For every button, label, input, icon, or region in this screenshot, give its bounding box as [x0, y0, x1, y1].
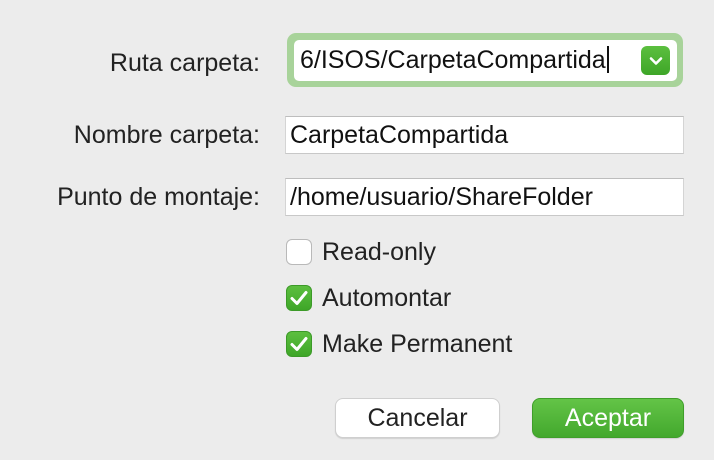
mount-point-label: Punto de montaje: — [57, 183, 260, 211]
read-only-label[interactable]: Read-only — [322, 238, 436, 266]
cancel-button[interactable]: Cancelar — [335, 398, 500, 438]
folder-path-dropdown-button[interactable] — [641, 46, 670, 75]
shared-folder-dialog: Ruta carpeta: 6/ISOS/CarpetaCompartida N… — [0, 0, 714, 460]
checkmark-icon — [290, 337, 308, 351]
mount-point-input[interactable] — [290, 182, 675, 212]
automount-option[interactable]: Automontar — [286, 284, 451, 312]
chevron-down-icon — [649, 56, 662, 65]
automount-checkbox[interactable] — [286, 285, 312, 311]
folder-path-text: 6/ISOS/CarpetaCompartida — [300, 46, 606, 74]
make-permanent-checkbox[interactable] — [286, 331, 312, 357]
folder-name-input[interactable] — [290, 120, 675, 150]
read-only-checkbox[interactable] — [286, 239, 312, 265]
folder-name-label: Nombre carpeta: — [73, 121, 260, 149]
mount-point-field[interactable] — [285, 178, 684, 216]
make-permanent-option[interactable]: Make Permanent — [286, 330, 512, 358]
accept-button[interactable]: Aceptar — [532, 398, 684, 438]
folder-path-label: Ruta carpeta: — [109, 49, 260, 77]
automount-label[interactable]: Automontar — [322, 284, 451, 312]
text-caret — [606, 46, 609, 73]
read-only-option[interactable]: Read-only — [286, 238, 436, 266]
checkmark-icon — [290, 291, 308, 305]
folder-path-combobox[interactable]: 6/ISOS/CarpetaCompartida — [294, 40, 677, 81]
make-permanent-label[interactable]: Make Permanent — [322, 330, 512, 358]
folder-name-field[interactable] — [285, 116, 684, 154]
folder-path-value[interactable]: 6/ISOS/CarpetaCompartida — [300, 45, 609, 75]
